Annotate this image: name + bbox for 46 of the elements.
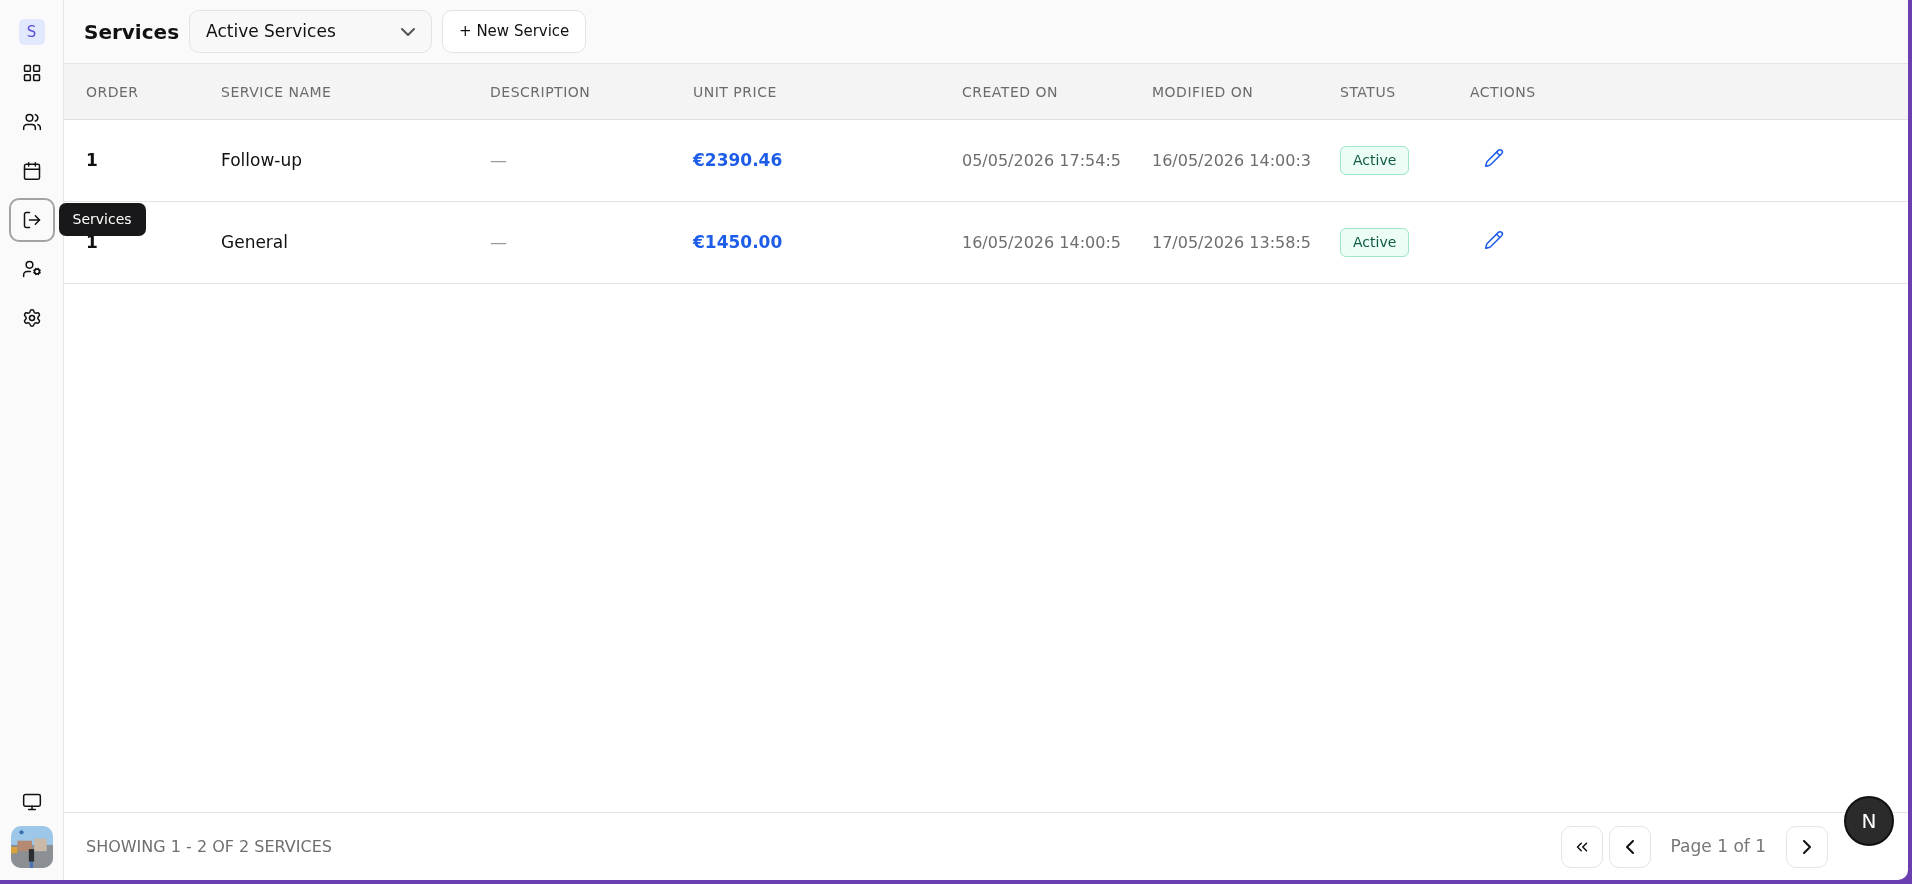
column-header: MODIFIED ON bbox=[1152, 83, 1254, 100]
table-cell: €2390.46 bbox=[693, 149, 783, 170]
table-cell: Follow-up bbox=[221, 149, 303, 170]
monitor-icon[interactable] bbox=[21, 792, 42, 812]
column-header: CREATED ON bbox=[962, 83, 1058, 100]
table-cell: €1450.00 bbox=[693, 231, 783, 252]
sidebar-item[interactable] bbox=[8, 198, 55, 242]
dev-badge[interactable]: N bbox=[1844, 796, 1894, 846]
column-header: STATUS bbox=[1340, 83, 1396, 100]
table-cell: General bbox=[221, 231, 288, 252]
page-title: Services bbox=[84, 18, 180, 46]
results-summary: SHOWING 1 - 2 OF 2 SERVICES bbox=[86, 835, 332, 858]
status-badge: Active bbox=[1340, 146, 1410, 175]
edit-button[interactable] bbox=[1482, 146, 1506, 170]
filter-dropdown[interactable]: Active Services bbox=[189, 10, 433, 53]
table-cell: 16/05/2026 14:00:3 bbox=[1152, 150, 1311, 170]
grid-icon bbox=[21, 63, 42, 83]
exit-icon bbox=[21, 210, 42, 230]
chevron-left-icon bbox=[1625, 839, 1634, 854]
status-badge: Active bbox=[1340, 228, 1410, 257]
table-cell: — bbox=[490, 149, 507, 170]
column-header: DESCRIPTION bbox=[490, 83, 591, 100]
pencil-icon bbox=[1484, 148, 1504, 168]
column-header: ACTIONS bbox=[1470, 83, 1536, 100]
table-cell: 1 bbox=[86, 149, 98, 170]
settings-icon bbox=[21, 308, 42, 328]
table-cell: — bbox=[490, 231, 507, 252]
page-indicator: Page 1 of 1 bbox=[1669, 834, 1767, 858]
new-service-button[interactable]: + New Service bbox=[442, 10, 587, 53]
user-gear-icon bbox=[21, 259, 42, 279]
table-cell: 05/05/2026 17:54:5 bbox=[962, 150, 1121, 170]
chevron-down-icon bbox=[401, 27, 416, 36]
table-cell: 17/05/2026 13:58:5 bbox=[1152, 232, 1311, 252]
tooltip: Services bbox=[58, 203, 146, 236]
edit-button[interactable] bbox=[1482, 228, 1506, 252]
calendar-icon bbox=[21, 161, 42, 181]
column-header: UNIT PRICE bbox=[693, 83, 777, 100]
chevron-right-icon bbox=[1803, 839, 1811, 854]
next-page-button[interactable] bbox=[1786, 825, 1828, 868]
previous-page-button[interactable] bbox=[1608, 825, 1651, 868]
table-cell: 16/05/2026 14:00:5 bbox=[962, 232, 1121, 252]
column-header: ORDER bbox=[86, 83, 139, 100]
users-icon bbox=[21, 112, 42, 132]
pencil-icon bbox=[1484, 230, 1504, 250]
column-header: SERVICE NAME bbox=[221, 83, 332, 100]
logo: S bbox=[18, 19, 45, 45]
